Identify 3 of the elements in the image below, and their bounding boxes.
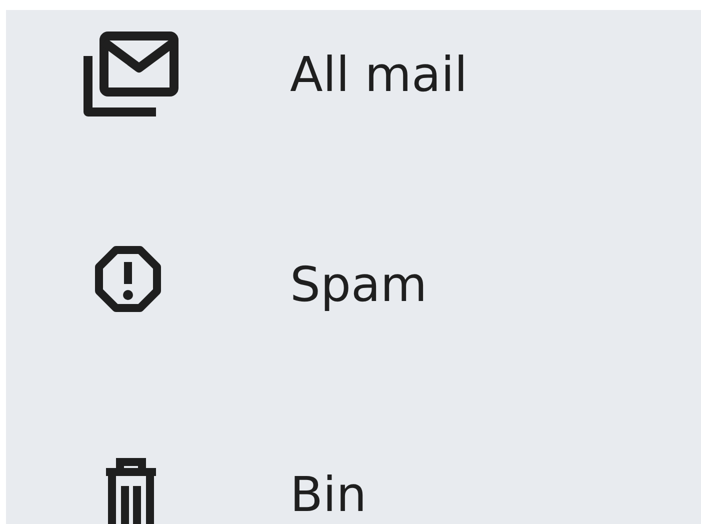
nav-item[interactable]: All mail (76, 30, 468, 120)
nav-item[interactable]: Spam (76, 240, 428, 330)
nav-item[interactable]: Bin (76, 450, 367, 524)
